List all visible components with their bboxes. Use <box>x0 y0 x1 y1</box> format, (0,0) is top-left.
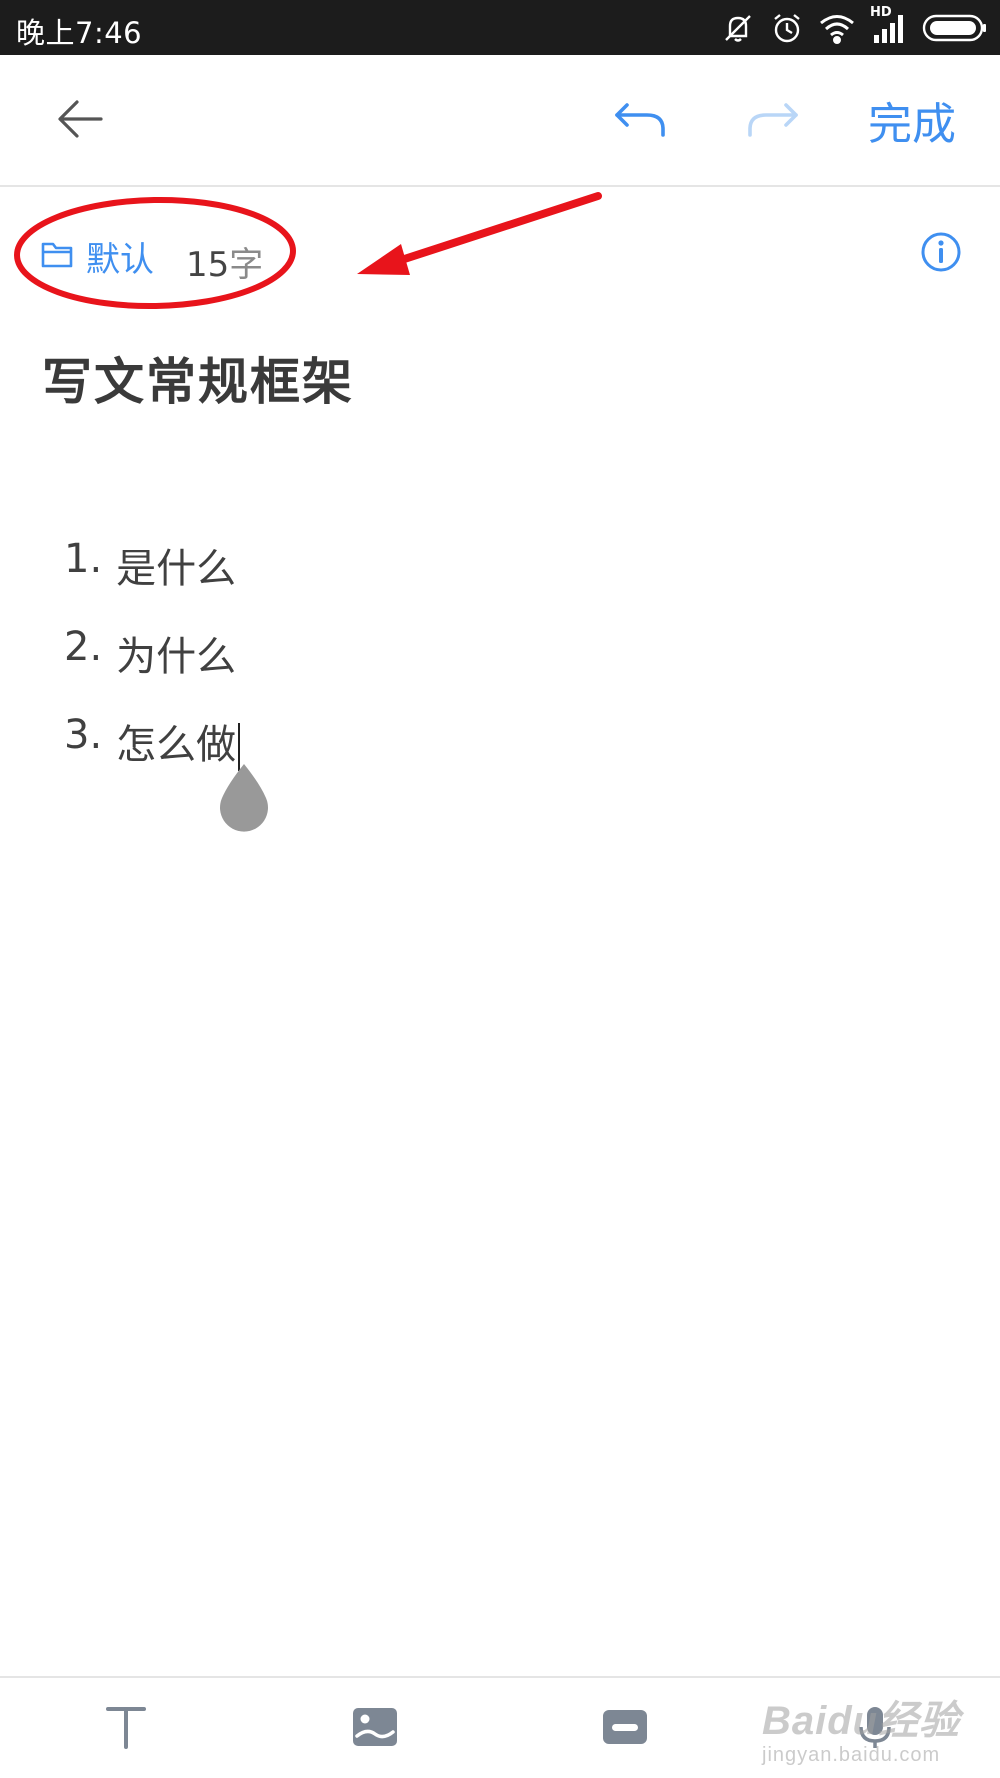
list-item-number: 2. <box>64 624 103 670</box>
network-type-label: HD <box>870 5 892 20</box>
list-item-text: 是什么 <box>116 546 237 592</box>
list-item-number: 1. <box>64 536 103 582</box>
redo-icon <box>746 99 800 143</box>
watermark-main: Baidu经验 <box>762 1699 961 1743</box>
info-icon <box>918 232 964 279</box>
info-button[interactable] <box>918 229 964 275</box>
folder-icon <box>40 239 74 273</box>
baidu-watermark: Baidu经验 jingyan.baidu.com <box>762 1688 962 1766</box>
image-icon <box>351 1706 399 1752</box>
status-bar: 晚上7:46 HD <box>0 0 1000 55</box>
insert-image-button[interactable] <box>345 1700 405 1758</box>
watermark-sub: jingyan.baidu.com <box>762 1744 941 1766</box>
text-format-button[interactable] <box>96 1700 156 1758</box>
folder-label: 默认 <box>86 239 154 280</box>
list-item[interactable]: 2. 为什么 <box>64 624 236 682</box>
folder-selector[interactable]: 默认 <box>40 235 154 280</box>
battery-icon <box>922 13 988 43</box>
note-title[interactable]: 写文常规框架 <box>42 342 354 414</box>
redo-button[interactable] <box>738 91 808 151</box>
back-button[interactable] <box>40 91 120 151</box>
list-item-number: 3. <box>64 712 103 758</box>
note-meta-row: 默认 15字 <box>0 215 1000 295</box>
signal-icon: HD <box>870 5 908 45</box>
cursor-handle[interactable] <box>216 762 272 832</box>
word-count-value: 15 <box>186 245 230 285</box>
word-count-unit: 字 <box>229 245 264 285</box>
done-button[interactable]: 完成 <box>868 85 988 155</box>
alarm-icon <box>770 11 804 45</box>
status-time: 晚上7:46 <box>16 16 143 50</box>
mute-icon <box>720 10 756 46</box>
list-item-text: 为什么 <box>116 634 237 680</box>
editor-toolbar: 完成 <box>0 55 1000 187</box>
wifi-icon <box>818 12 856 44</box>
back-arrow-icon <box>55 97 105 145</box>
audio-icon <box>601 1706 649 1752</box>
word-count: 15字 <box>186 237 263 286</box>
undo-icon <box>613 99 667 143</box>
text-format-icon <box>104 1703 148 1755</box>
list-item[interactable]: 3. 怎么做 <box>64 712 241 771</box>
undo-button[interactable] <box>605 91 675 151</box>
list-item[interactable]: 1. 是什么 <box>64 536 236 594</box>
insert-audio-button[interactable] <box>595 1700 655 1758</box>
status-icons: HD <box>720 5 988 48</box>
